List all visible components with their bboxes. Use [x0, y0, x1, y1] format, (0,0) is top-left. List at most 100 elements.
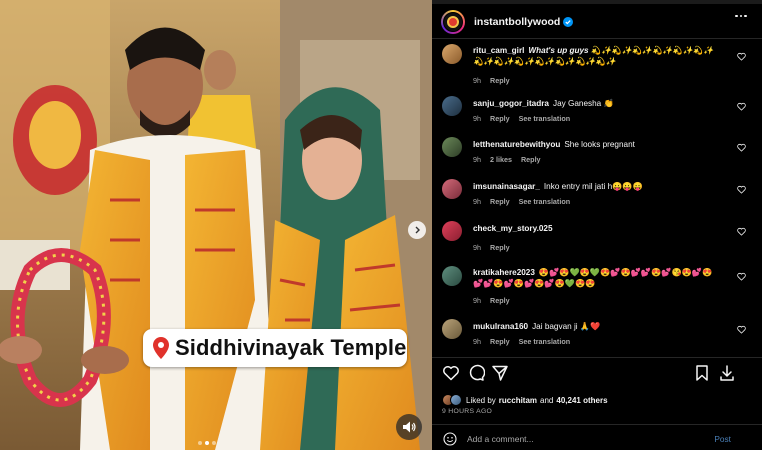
commenter-avatar[interactable]	[442, 44, 462, 64]
commenter-username[interactable]: check_my_story.025	[473, 224, 553, 233]
comments-list[interactable]: ritu_cam_girl What's up guys 💫✨💫✨💫✨💫✨💫✨💫✨…	[432, 40, 762, 355]
carousel-dot-active	[205, 441, 209, 445]
more-icon	[734, 14, 748, 18]
commenter-avatar[interactable]	[442, 266, 462, 286]
reply-button[interactable]: Reply	[490, 243, 510, 252]
comment-item: mukulrana160 Jai bagvan ji 🙏❤️ 9h Reply S…	[432, 319, 762, 353]
post-photo	[0, 0, 432, 450]
emoji-icon[interactable]	[443, 431, 457, 446]
comment-text: Jai bagvan ji 🙏❤️	[532, 322, 601, 331]
post-header: instantbollywood	[432, 6, 762, 38]
like-count[interactable]: 2 likes	[490, 155, 512, 164]
comment-item: letthenaturebewithyou She looks pregnant …	[432, 137, 762, 171]
logo-icon	[447, 16, 459, 28]
post-media[interactable]: Siddhivinayak Temple	[0, 0, 432, 450]
commenter-username[interactable]: ritu_cam_girl	[473, 46, 524, 55]
comment-icon[interactable]	[467, 364, 485, 382]
download-icon[interactable]	[718, 364, 736, 382]
comment-time: 9h	[473, 197, 481, 206]
next-slide-button[interactable]	[408, 221, 426, 239]
comment-time: 9h	[473, 114, 481, 123]
reply-button[interactable]: Reply	[490, 76, 510, 85]
heart-icon[interactable]	[737, 325, 746, 334]
comment-content: sanju_gogor_itadra Jay Ganesha 👏	[473, 98, 721, 109]
commenter-avatar[interactable]	[442, 179, 462, 199]
heart-icon[interactable]	[442, 364, 460, 382]
action-bar	[432, 364, 762, 386]
heart-icon[interactable]	[737, 227, 746, 236]
comment-meta: 9h Reply See translation	[473, 337, 570, 346]
heart-icon[interactable]	[737, 52, 746, 61]
comment-item: kratikahere2023 😍💕😍💚😍💚😍💕😍💕💕😍💕😘😍💕😍💕💕😍💕😍💕😍💕…	[432, 266, 762, 310]
share-icon[interactable]	[491, 364, 509, 382]
comment-meta: 9h Reply	[473, 296, 510, 305]
comment-item: ritu_cam_girl What's up guys 💫✨💫✨💫✨💫✨💫✨💫✨…	[432, 44, 762, 88]
comment-item: check_my_story.025 9h Reply	[432, 221, 762, 255]
commenter-username[interactable]: sanju_gogor_itadra	[473, 99, 549, 108]
comment-meta: 9h Reply	[473, 76, 510, 85]
commenter-avatar[interactable]	[442, 221, 462, 241]
add-comment-input[interactable]	[467, 433, 697, 444]
see-translation-button[interactable]: See translation	[519, 114, 571, 123]
comment-composer	[432, 427, 762, 450]
comment-meta: 9h Reply See translation	[473, 197, 570, 206]
commenter-username[interactable]: letthenaturebewithyou	[473, 140, 560, 149]
commenter-username[interactable]: mukulrana160	[473, 322, 528, 331]
heart-icon[interactable]	[737, 272, 746, 281]
previous-comments-edge	[432, 0, 762, 4]
carousel-dot	[212, 441, 216, 445]
comment-time: 9h	[473, 155, 481, 164]
heart-icon[interactable]	[737, 185, 746, 194]
divider	[432, 357, 762, 358]
see-translation-button[interactable]: See translation	[519, 337, 571, 346]
comment-item: sanju_gogor_itadra Jay Ganesha 👏 9h Reply…	[432, 96, 762, 130]
reply-button[interactable]: Reply	[521, 155, 541, 164]
comment-item: imsunainasagar_ Inko entry mil jati h😛😛😛 …	[432, 179, 762, 213]
sound-toggle-button[interactable]	[396, 414, 422, 440]
chevron-right-icon	[415, 226, 420, 234]
likes-joiner: and	[540, 395, 554, 405]
author-username[interactable]: instantbollywood	[474, 16, 560, 28]
comment-time: 9h	[473, 296, 481, 305]
verified-badge-icon	[563, 17, 574, 27]
comment-content: ritu_cam_girl What's up guys 💫✨💫✨💫✨💫✨💫✨💫✨…	[473, 45, 721, 67]
comment-time: 9h	[473, 76, 481, 85]
location-sticker: Siddhivinayak Temple	[143, 329, 407, 367]
more-options-button[interactable]	[734, 9, 748, 23]
divider	[432, 424, 762, 425]
bookmark-icon[interactable]	[693, 364, 711, 382]
comment-text: Inko entry mil jati h😛😛😛	[543, 182, 643, 191]
comment-meta: 9h Reply	[473, 243, 510, 252]
commenter-avatar[interactable]	[442, 319, 462, 339]
liker-avatar	[450, 394, 462, 406]
reply-button[interactable]: Reply	[490, 296, 510, 305]
heart-icon[interactable]	[737, 143, 746, 152]
comment-time: 9h	[473, 337, 481, 346]
reply-button[interactable]: Reply	[490, 114, 510, 123]
comment-meta: 9h 2 likes Reply	[473, 155, 541, 164]
comment-content: letthenaturebewithyou She looks pregnant	[473, 139, 721, 150]
comment-text: She looks pregnant	[564, 140, 635, 149]
likes-summary[interactable]: Liked by rucchitam and 40,241 others	[442, 394, 608, 406]
comment-text: Jay Ganesha 👏	[552, 99, 614, 108]
commenter-avatar[interactable]	[442, 96, 462, 116]
divider	[432, 38, 762, 39]
liker-username[interactable]: rucchitam	[499, 396, 537, 405]
commenter-username[interactable]: imsunainasagar_	[473, 182, 540, 191]
reply-button[interactable]: Reply	[490, 337, 510, 346]
commenter-avatar[interactable]	[442, 137, 462, 157]
see-translation-button[interactable]: See translation	[519, 197, 571, 206]
comment-content: mukulrana160 Jai bagvan ji 🙏❤️	[473, 321, 721, 332]
likes-count[interactable]: 40,241 others	[556, 396, 607, 405]
author-avatar[interactable]	[441, 10, 465, 34]
post-comment-button[interactable]: Post	[714, 434, 731, 444]
comment-meta: 9h Reply See translation	[473, 114, 570, 123]
comment-content: imsunainasagar_ Inko entry mil jati h😛😛😛	[473, 181, 721, 192]
carousel-indicator	[198, 441, 216, 445]
reply-button[interactable]: Reply	[490, 197, 510, 206]
speaker-icon	[403, 421, 416, 433]
commenter-username[interactable]: kratikahere2023	[473, 268, 535, 277]
post-timestamp: 9 HOURS AGO	[442, 408, 493, 415]
heart-icon[interactable]	[737, 102, 746, 111]
comment-time: 9h	[473, 243, 481, 252]
